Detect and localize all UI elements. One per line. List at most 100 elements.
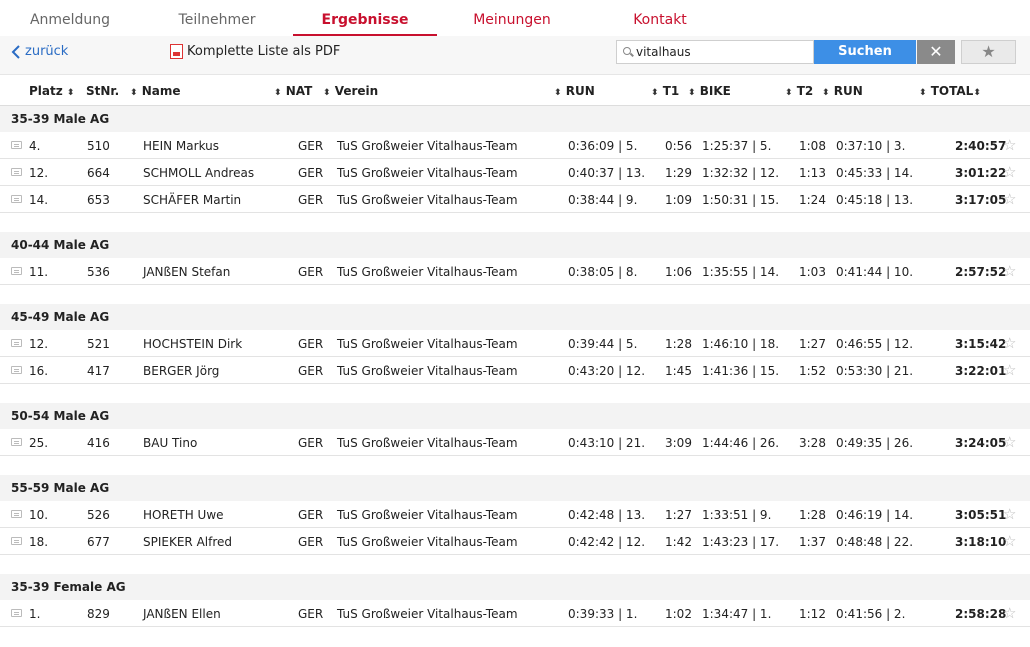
star-icon[interactable]: ☆: [1003, 163, 1016, 181]
pdf-download-link[interactable]: Komplette Liste als PDF: [170, 44, 340, 59]
cell-verein: TuS Großweier Vitalhaus-Team: [337, 265, 518, 279]
star-icon[interactable]: ☆: [1003, 190, 1016, 208]
back-link[interactable]: zurück: [11, 44, 68, 59]
cell-nat: GER: [298, 337, 324, 351]
comment-icon[interactable]: [11, 267, 22, 275]
header-bike[interactable]: ⬍ BIKE: [688, 84, 731, 98]
header-t1[interactable]: ⬍ T1: [651, 84, 679, 98]
comment-icon[interactable]: [11, 339, 22, 347]
star-icon[interactable]: ☆: [1003, 532, 1016, 550]
comment-icon[interactable]: [11, 168, 22, 176]
tab-teilnehmer[interactable]: Teilnehmer: [167, 0, 267, 34]
cell-stnr: 416: [87, 436, 110, 450]
cell-run2: 0:45:33 | 14.: [836, 166, 914, 180]
star-icon[interactable]: ☆: [1003, 361, 1016, 379]
star-icon[interactable]: ☆: [1003, 505, 1016, 523]
cell-run1: 0:36:09 | 5.: [568, 139, 638, 153]
cell-total: 3:22:01: [955, 364, 1007, 378]
table-row[interactable]: 18. 677 SPIEKER Alfred GER TuS Großweier Vit…: [0, 528, 1030, 555]
cell-t2: 3:28: [799, 436, 826, 450]
cell-bike: 1:35:55 | 14.: [702, 265, 780, 279]
group-header: 35-39 Female AG: [0, 574, 1030, 600]
cell-t2: 1:03: [799, 265, 826, 279]
cell-name: HOCHSTEIN Dirk: [143, 337, 243, 351]
cell-t2: 1:37: [799, 535, 826, 549]
search-input[interactable]: [636, 45, 796, 59]
header-run1[interactable]: ⬍ RUN: [554, 84, 595, 98]
header-nat[interactable]: ⬍ NAT: [274, 84, 312, 98]
cell-t1: 3:09: [665, 436, 692, 450]
comment-icon[interactable]: [11, 141, 22, 149]
comment-icon[interactable]: [11, 366, 22, 374]
table-row[interactable]: 10. 526 HORETH Uwe GER TuS Großweier Vitalha…: [0, 501, 1030, 528]
comment-icon[interactable]: [11, 537, 22, 545]
star-icon[interactable]: ☆: [1003, 433, 1016, 451]
cell-verein: TuS Großweier Vitalhaus-Team: [337, 337, 518, 351]
cell-name: SPIEKER Alfred: [143, 535, 233, 549]
cell-nat: GER: [298, 535, 324, 549]
comment-icon[interactable]: [11, 510, 22, 518]
table-row[interactable]: 12. 664 SCHMOLL Andreas GER TuS Großweier Vi…: [0, 159, 1030, 186]
clear-search-button[interactable]: ✕: [917, 40, 955, 64]
comment-icon[interactable]: [11, 195, 22, 203]
header-run2[interactable]: ⬍ RUN: [822, 84, 863, 98]
star-icon[interactable]: ☆: [1003, 334, 1016, 352]
cell-t1: 1:28: [665, 337, 692, 351]
cell-stnr: 417: [87, 364, 110, 378]
cell-run1: 0:42:48 | 13.: [568, 508, 646, 522]
cell-bike: 1:50:31 | 15.: [702, 193, 780, 207]
cell-stnr: 653: [87, 193, 110, 207]
cell-run2: 0:37:10 | 3.: [836, 139, 906, 153]
table-row[interactable]: 11. 536 JANßEN Stefan GER TuS Großweier Vita…: [0, 258, 1030, 285]
header-platz[interactable]: Platz ⬍: [29, 84, 74, 98]
cell-platz: 12.: [29, 166, 49, 180]
cell-stnr: 664: [87, 166, 110, 180]
cell-name: BAU Tino: [143, 436, 198, 450]
group-title: 35-39 Female AG: [11, 580, 126, 594]
toolbar: zurück Komplette Liste als PDF Suchen ✕ …: [0, 36, 1030, 75]
cell-t2: 1:13: [799, 166, 826, 180]
search-box: [616, 40, 814, 64]
header-t2[interactable]: ⬍ T2: [785, 84, 813, 98]
tab-ergebnisse[interactable]: Ergebnisse: [293, 0, 437, 36]
search-button[interactable]: Suchen: [814, 40, 916, 64]
cell-nat: GER: [298, 166, 324, 180]
comment-icon[interactable]: [11, 438, 22, 446]
table-row[interactable]: 1. 829 JANßEN Ellen GER TuS Großweier Vitalh…: [0, 600, 1030, 627]
sort-icon: ⬍: [323, 88, 331, 98]
header-total[interactable]: ⬍ TOTAL⬍: [919, 84, 981, 98]
comment-icon[interactable]: [11, 609, 22, 617]
tab-meinungen[interactable]: Meinungen: [462, 0, 562, 34]
table-row[interactable]: 12. 521 HOCHSTEIN Dirk GER TuS Großweier Vit…: [0, 330, 1030, 357]
table-row[interactable]: 16. 417 BERGER Jörg GER TuS Großweier Vitalh…: [0, 357, 1030, 384]
cell-bike: 1:41:36 | 15.: [702, 364, 780, 378]
cell-t1: 1:27: [665, 508, 692, 522]
cell-run1: 0:39:44 | 5.: [568, 337, 638, 351]
cell-run2: 0:41:44 | 10.: [836, 265, 914, 279]
cell-name: JANßEN Stefan: [143, 265, 231, 279]
header-verein[interactable]: ⬍ Verein: [323, 84, 378, 98]
cell-run1: 0:39:33 | 1.: [568, 607, 638, 621]
tab-anmeldung[interactable]: Anmeldung: [20, 0, 120, 34]
favorites-button[interactable]: ★: [961, 40, 1016, 64]
cell-stnr: 536: [87, 265, 110, 279]
star-icon[interactable]: ☆: [1003, 136, 1016, 154]
sort-icon: ⬍: [651, 88, 659, 98]
cell-stnr: 526: [87, 508, 110, 522]
header-stnr[interactable]: StNr.: [86, 84, 119, 98]
table-row[interactable]: 4. 510 HEIN Markus GER TuS Großweier Vitalha…: [0, 132, 1030, 159]
cell-nat: GER: [298, 139, 324, 153]
cell-t2: 1:08: [799, 139, 826, 153]
group-header: 35-39 Male AG: [0, 106, 1030, 132]
star-icon[interactable]: ☆: [1003, 262, 1016, 280]
table-row[interactable]: 25. 416 BAU Tino GER TuS Großweier Vitalhaus…: [0, 429, 1030, 456]
table-row[interactable]: 14. 653 SCHÄFER Martin GER TuS Großweier Vit…: [0, 186, 1030, 213]
tab-kontakt[interactable]: Kontakt: [610, 0, 710, 34]
table-header: Platz ⬍ StNr. ⬍ Name ⬍ NAT ⬍ Verein ⬍ RU…: [0, 75, 1030, 106]
header-name[interactable]: ⬍ Name: [130, 84, 181, 98]
star-icon[interactable]: ☆: [1003, 604, 1016, 622]
group-title: 55-59 Male AG: [11, 481, 110, 495]
